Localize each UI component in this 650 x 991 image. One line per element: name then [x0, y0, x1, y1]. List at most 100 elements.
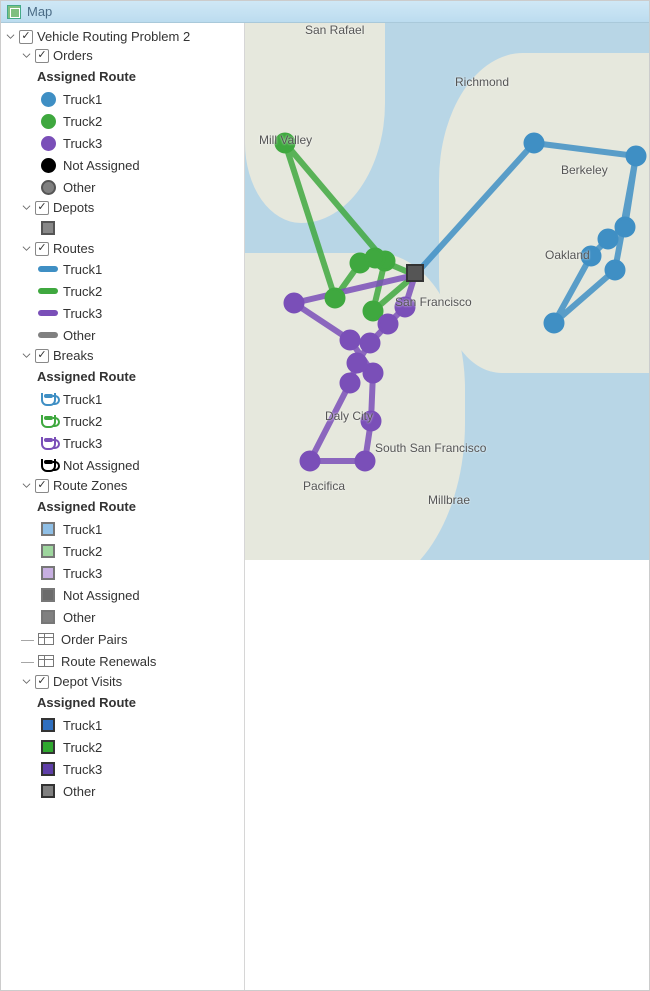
layer-breaks[interactable]: Breaks: [19, 346, 244, 365]
layer-depots[interactable]: Depots: [19, 198, 244, 217]
legend-item: Truck3: [35, 132, 244, 154]
stop-truck3: [341, 374, 359, 392]
legend-item: Truck3: [35, 562, 244, 584]
swatch-icon: [37, 608, 59, 626]
legend-label: Other: [63, 784, 96, 799]
legend-label: Not Assigned: [63, 458, 140, 473]
legend-item: Not Assigned: [35, 154, 244, 176]
layer-checkbox[interactable]: [35, 201, 49, 215]
layer-label: Depots: [53, 200, 94, 215]
map-canvas[interactable]: San RafaelMill ValleyRichmondBerkeleyOak…: [245, 23, 649, 990]
expand-icon[interactable]: [21, 351, 31, 361]
legend-label: Truck1: [63, 522, 102, 537]
layer-label: Route Renewals: [61, 654, 156, 669]
map-overlay: [245, 23, 649, 593]
legend-item: [35, 217, 244, 239]
layer-checkbox[interactable]: [35, 349, 49, 363]
legend-label: Truck1: [63, 392, 102, 407]
layer-routes[interactable]: Routes: [19, 239, 244, 258]
legend-label: Truck3: [63, 306, 102, 321]
swatch-icon: [37, 178, 59, 196]
legend-item: Truck2: [35, 736, 244, 758]
legend-item: Truck3: [35, 758, 244, 780]
swatch-icon: [37, 542, 59, 560]
legend-item: Truck3: [35, 432, 244, 454]
layer-label: Depot Visits: [53, 674, 122, 689]
stop-truck3: [361, 334, 379, 352]
expand-icon[interactable]: [21, 51, 31, 61]
legend-heading: Assigned Route: [37, 497, 136, 516]
legend-label: Truck3: [63, 436, 102, 451]
route-truck2: [285, 143, 415, 311]
legend-item: Other: [35, 780, 244, 802]
swatch-icon: [37, 282, 59, 300]
layer-checkbox[interactable]: [35, 479, 49, 493]
layer-checkbox[interactable]: [35, 675, 49, 689]
expand-icon[interactable]: [21, 481, 31, 491]
window-title: Map: [27, 4, 52, 19]
legend-item: Not Assigned: [35, 584, 244, 606]
layer-checkbox[interactable]: [35, 49, 49, 63]
legend-label: Truck2: [63, 414, 102, 429]
legend-heading: Assigned Route: [37, 693, 136, 712]
legend-label: Truck1: [63, 92, 102, 107]
table-of-contents[interactable]: Vehicle Routing Problem 2 Orders Assigne…: [1, 23, 245, 990]
layer-root[interactable]: Vehicle Routing Problem 2: [3, 27, 244, 46]
stop-truck1: [545, 314, 563, 332]
legend-label: Not Assigned: [63, 588, 140, 603]
legend-item: Other: [35, 606, 244, 628]
layer-label: Vehicle Routing Problem 2: [37, 29, 190, 44]
legend-item: Truck2: [35, 540, 244, 562]
expand-icon[interactable]: [21, 244, 31, 254]
legend-label: Truck3: [63, 136, 102, 151]
legend-item: Truck1: [35, 388, 244, 410]
legend-item: Truck1: [35, 714, 244, 736]
expand-icon[interactable]: [21, 677, 31, 687]
layer-label: Breaks: [53, 348, 93, 363]
expand-icon[interactable]: [21, 203, 31, 213]
swatch-icon: [37, 716, 59, 734]
stop-truck1: [582, 247, 600, 265]
swatch-icon: [37, 456, 59, 474]
legend-heading: Assigned Route: [37, 367, 136, 386]
layer-order-pairs[interactable]: — Order Pairs: [19, 628, 244, 650]
legend-label: Other: [63, 180, 96, 195]
square-swatch: [37, 219, 59, 237]
swatch-icon: [37, 738, 59, 756]
layer-label: Orders: [53, 48, 93, 63]
layer-orders[interactable]: Orders: [19, 46, 244, 65]
layer-route-zones[interactable]: Route Zones: [19, 476, 244, 495]
stop-truck3: [348, 354, 366, 372]
swatch-icon: [37, 90, 59, 108]
swatch-icon: [37, 390, 59, 408]
stop-truck1: [627, 147, 645, 165]
legend-item: Truck2: [35, 280, 244, 302]
table-icon: [35, 652, 57, 670]
table-icon: [35, 630, 57, 648]
swatch-icon: [37, 564, 59, 582]
legend-item: Truck3: [35, 302, 244, 324]
stop-truck3: [396, 298, 414, 316]
swatch-icon: [37, 586, 59, 604]
window-titlebar: Map: [1, 1, 649, 23]
legend-item: Truck2: [35, 110, 244, 132]
legend-label: Truck1: [63, 262, 102, 277]
swatch-icon: [37, 260, 59, 278]
layer-route-renewals[interactable]: — Route Renewals: [19, 650, 244, 672]
stop-truck2: [364, 302, 382, 320]
dash-icon: —: [21, 632, 31, 647]
swatch-icon: [37, 134, 59, 152]
expand-icon[interactable]: [5, 32, 15, 42]
layer-depot-visits[interactable]: Depot Visits: [19, 672, 244, 691]
legend-item: Other: [35, 176, 244, 198]
swatch-icon: [37, 304, 59, 322]
stop-truck3: [341, 331, 359, 349]
layer-checkbox[interactable]: [35, 242, 49, 256]
stop-truck1: [616, 218, 634, 236]
stop-truck2: [326, 289, 344, 307]
stop-truck3: [356, 452, 374, 470]
legend-label: Not Assigned: [63, 158, 140, 173]
swatch-icon: [37, 782, 59, 800]
map-icon: [7, 5, 21, 19]
layer-checkbox-root[interactable]: [19, 30, 33, 44]
